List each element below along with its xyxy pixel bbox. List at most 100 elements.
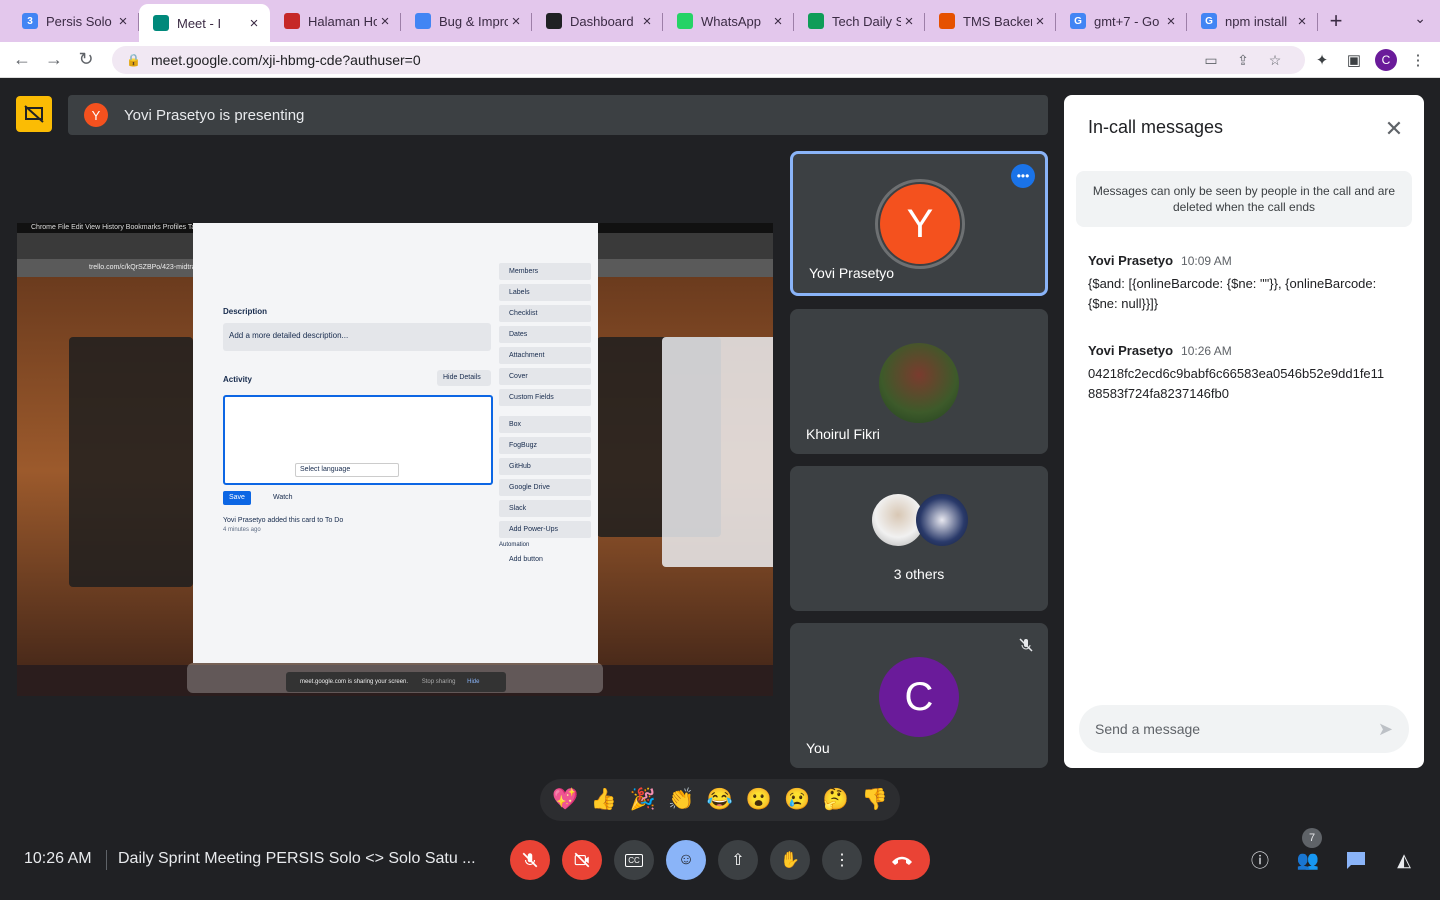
tab-search-icon[interactable]: ⌄ (1414, 10, 1426, 27)
add-to-card-item[interactable]: Custom Fields (499, 389, 591, 406)
tab-close-icon[interactable]: × (508, 13, 524, 30)
tab-close-icon[interactable]: × (770, 13, 786, 30)
back-icon[interactable]: ← (6, 46, 38, 74)
reactions-button[interactable]: ☺ (666, 840, 706, 880)
reaction-emoji[interactable]: 💖 (547, 788, 583, 812)
shared-screen: Chrome File Edit View History Bookmarks … (17, 223, 773, 696)
close-icon[interactable]: ✕ (1380, 115, 1408, 143)
tab-close-icon[interactable]: × (639, 13, 655, 30)
browser-menu-icon[interactable]: ⋮ (1403, 46, 1433, 74)
add-button[interactable]: Add button (499, 556, 591, 563)
activities-icon[interactable]: ◭ (1390, 846, 1418, 874)
tab-favicon-icon (546, 13, 562, 29)
tab-close-icon[interactable]: × (246, 15, 262, 32)
tab-close-icon[interactable]: × (1032, 13, 1048, 30)
powerup-item[interactable]: FogBugz (499, 437, 591, 454)
bookmark-star-icon[interactable]: ☆ (1259, 52, 1291, 69)
browser-tab[interactable]: Meet - I × (139, 4, 270, 42)
browser-tab[interactable]: Dashboard × (532, 4, 663, 38)
people-count-badge: 7 (1302, 828, 1322, 848)
add-to-card-item[interactable]: Members (499, 263, 591, 280)
share-icon[interactable]: ⇪ (1227, 52, 1259, 69)
reaction-emoji[interactable]: 🤔 (818, 788, 854, 812)
browser-tab[interactable]: Bug & Impro × (401, 4, 532, 38)
add-to-card-item[interactable]: Cover (499, 368, 591, 385)
presenter-avatar: Y (84, 103, 108, 127)
add-to-card-item[interactable]: Checklist (499, 305, 591, 322)
tab-favicon-icon: G (1070, 13, 1086, 29)
people-icon[interactable]: 7 👥 (1294, 828, 1322, 874)
participant-tile-yovi[interactable]: Y ••• Yovi Prasetyo (790, 151, 1048, 296)
hide-details-button[interactable]: Hide Details (437, 370, 491, 386)
reaction-emoji[interactable]: 👎 (857, 788, 893, 812)
browser-tab[interactable]: Tech Daily S × (794, 4, 925, 38)
meeting-clock: 10:26 AM (24, 850, 92, 867)
participant-tile-others[interactable]: 3 others (790, 466, 1048, 611)
tab-close-icon[interactable]: × (1294, 13, 1310, 30)
powerup-item[interactable]: Slack (499, 500, 591, 517)
hide-link[interactable]: Hide (467, 679, 479, 685)
reaction-emoji[interactable]: 😮 (741, 788, 777, 812)
leave-call-button[interactable] (874, 840, 930, 880)
meeting-details-icon[interactable]: ⓘ (1246, 846, 1274, 874)
participant-name: You (806, 740, 830, 756)
save-comment-button[interactable]: Save (223, 491, 251, 505)
forward-icon[interactable]: → (38, 46, 70, 74)
reaction-emoji[interactable]: 👍 (586, 788, 622, 812)
tab-close-icon[interactable]: × (115, 13, 131, 30)
browser-tab[interactable]: TMS Backer × (925, 4, 1056, 38)
camera-icon[interactable]: ▭ (1195, 52, 1227, 69)
camera-toggle-button[interactable] (562, 840, 602, 880)
browser-tab[interactable]: Gnpm install × (1187, 4, 1318, 38)
address-bar[interactable]: 🔒 meet.google.com/xji-hbmg-cde?authuser=… (112, 46, 1305, 74)
chat-icon[interactable] (1342, 846, 1370, 874)
side-panel-icon[interactable]: ▣ (1339, 46, 1369, 74)
browser-tab[interactable]: 3 Persis Solo × (8, 4, 139, 38)
more-options-button[interactable]: ⋮ (822, 840, 862, 880)
powerup-item[interactable]: Google Drive (499, 479, 591, 496)
presentation-off-icon[interactable] (16, 96, 52, 132)
captions-button[interactable]: CC (614, 840, 654, 880)
raise-hand-button[interactable]: ✋ (770, 840, 810, 880)
powerup-item[interactable]: GitHub (499, 458, 591, 475)
tab-close-icon[interactable]: × (901, 13, 917, 30)
reaction-emoji[interactable]: 👏 (663, 788, 699, 812)
message-input[interactable]: Send a message ➤ (1079, 705, 1409, 753)
watch-checkbox-label[interactable]: Watch (273, 494, 293, 501)
tab-label: npm install (1225, 13, 1288, 29)
tab-label: Persis Solo (46, 13, 112, 29)
board-column (69, 337, 193, 587)
present-button[interactable]: ⇧ (718, 840, 758, 880)
description-box[interactable]: Add a more detailed description... (223, 323, 491, 351)
extensions-icon[interactable]: ✦ (1307, 46, 1337, 74)
browser-tab[interactable]: Ggmt+7 - Go × (1056, 4, 1187, 38)
tab-close-icon[interactable]: × (1163, 13, 1179, 30)
powerup-item[interactable]: Add Power-Ups (499, 521, 591, 538)
message-text: {$and: [{onlineBarcode: {$ne: ""}}, {onl… (1088, 276, 1377, 311)
activity-time: 4 minutes ago (223, 527, 261, 533)
browser-tab[interactable]: WhatsApp × (663, 4, 794, 38)
comment-editor[interactable]: Select language (223, 395, 493, 485)
add-to-card-item[interactable]: Dates (499, 326, 591, 343)
reaction-emoji[interactable]: 😂 (702, 788, 738, 812)
stop-sharing-link[interactable]: Stop sharing (422, 679, 456, 685)
powerup-item[interactable]: Box (499, 416, 591, 433)
participant-tile-you[interactable]: C You (790, 623, 1048, 768)
participant-tile-khoirul[interactable]: Khoirul Fikri (790, 309, 1048, 454)
tab-close-icon[interactable]: × (377, 13, 393, 30)
reload-icon[interactable]: ↻ (70, 46, 102, 74)
add-to-card-item[interactable]: Labels (499, 284, 591, 301)
tab-favicon-icon (939, 13, 955, 29)
select-language-dropdown[interactable]: Select language (295, 463, 399, 477)
browser-tab[interactable]: Halaman Ho × (270, 4, 401, 38)
send-icon[interactable]: ➤ (1378, 719, 1393, 740)
powerups-list: Box FogBugz GitHub Google Drive Slack Add Pow… (499, 416, 591, 538)
activity-label: Activity (223, 375, 252, 384)
add-to-card-item[interactable]: Attachment (499, 347, 591, 364)
new-tab-button[interactable]: + (1318, 4, 1354, 38)
reaction-emoji[interactable]: 🎉 (625, 788, 661, 812)
more-options-icon[interactable]: ••• (1011, 164, 1035, 188)
profile-avatar[interactable]: C (1371, 46, 1401, 74)
reaction-emoji[interactable]: 😢 (779, 788, 815, 812)
mic-toggle-button[interactable] (510, 840, 550, 880)
